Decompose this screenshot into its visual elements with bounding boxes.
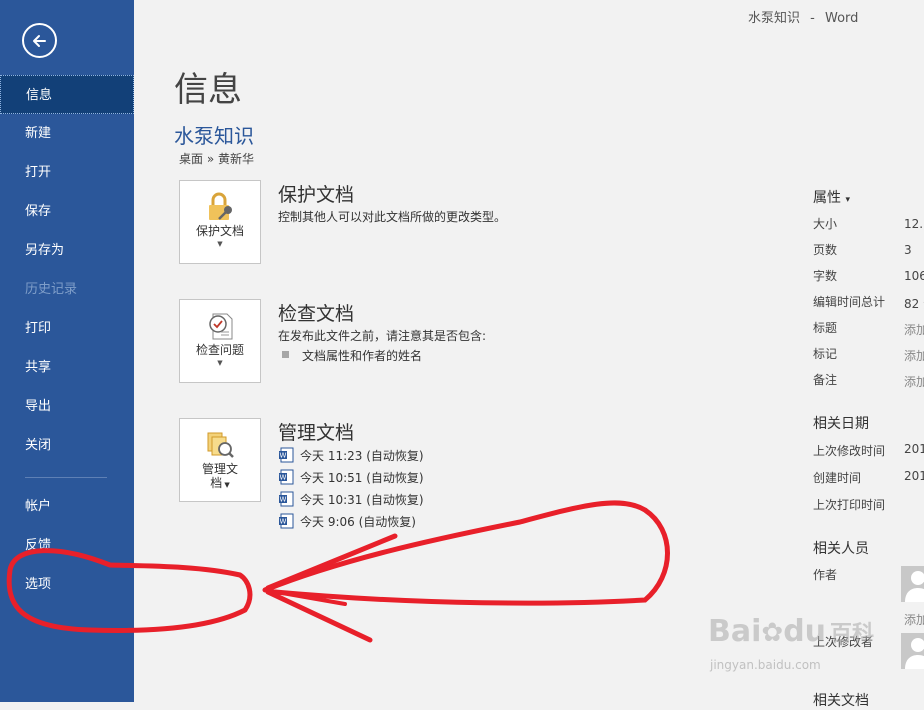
sidebar-item-close[interactable]: 关闭 [0,426,134,465]
back-arrow-icon[interactable] [22,23,57,58]
sidebar-item-export[interactable]: 导出 [0,387,134,426]
protect-document-tile-label: 保护文档 [195,224,244,238]
inspect-document-desc: 在发布此文件之前，请注意其是否包含: [278,329,487,343]
version-label: 今天 11:23 (自动恢复) [300,449,424,463]
word-document-icon: W [279,447,294,463]
watermark-brand-du: du [783,614,827,649]
title-separator: - [810,11,815,26]
property-value: 3 [904,243,912,257]
inspect-document-title: 检查文档 [278,303,355,325]
document-name: 水泵知识 [174,124,254,148]
protect-document-title: 保护文档 [278,184,355,206]
manage-document-title: 管理文档 [278,422,355,444]
watermark-url: jingyan.baidu.com [710,658,821,672]
window-title: 水泵知识 - Word [748,7,858,26]
property-value: 12.3 [904,217,924,231]
sidebar-item-feedback[interactable]: 反馈 [0,526,134,565]
sidebar-item-options[interactable]: 选项 [0,565,134,604]
protect-document-button[interactable]: 保护文档 ▼ [179,180,261,264]
baidu-watermark: Bai✿du 百科 jingyan.baidu.com [700,600,890,690]
last-modifier-avatar [901,633,924,669]
inspect-bullet-item: 文档属性和作者的姓名 [302,349,423,363]
paw-icon: ✿ [761,618,784,648]
sidebar-item-save[interactable]: 保存 [0,192,134,231]
author-avatar [901,566,924,602]
property-value: 106 [904,269,924,283]
related-documents-header: 相关文档 [813,693,869,709]
date-label: 上次修改时间 [813,444,886,458]
add-comment-field[interactable]: 添加 [904,373,924,390]
svg-text:W: W [280,452,287,460]
sidebar-item-share[interactable]: 共享 [0,348,134,387]
property-label: 编辑时间总计 [813,295,886,309]
svg-text:W: W [280,496,287,504]
property-value: 82 分 [904,297,924,311]
chevron-down-icon: ▼ [217,240,223,248]
version-label: 今天 9:06 (自动恢复) [300,515,416,529]
svg-text:W: W [280,518,287,526]
watermark-brand: Bai [708,614,762,649]
bullet-icon [282,351,289,358]
annotation-arrowhead-upper [265,533,398,591]
sidebar-item-new[interactable]: 新建 [0,114,134,153]
property-label: 标题 [813,321,838,335]
property-label: 标记 [813,347,838,361]
word-document-icon: W [279,491,294,507]
version-label: 今天 10:51 (自动恢复) [300,471,424,485]
chevron-down-icon: ▾ [845,195,850,205]
sidebar-item-open[interactable]: 打开 [0,153,134,192]
property-label: 页数 [813,243,838,257]
version-label: 今天 10:31 (自动恢复) [300,493,424,507]
property-label: 备注 [813,373,838,387]
date-value: 201 [904,469,924,483]
app-name: Word [825,11,859,26]
properties-header[interactable]: 属性 ▾ [813,187,850,207]
page-title: 信息 [174,70,242,110]
properties-title: 属性 [813,190,841,206]
check-issues-tile-label: 检查问题 [195,343,244,357]
manage-document-tile-label-end: 档 [210,476,223,490]
annotation-arrowhead-lower [265,589,373,643]
lock-key-icon [209,192,232,220]
manage-document-tile-label: 管理文 [201,462,238,476]
date-value: 201 [904,442,924,456]
related-people-header: 相关人员 [813,541,869,557]
word-document-icon: W [279,513,294,529]
document-path[interactable]: 桌面 » 黄新华 [179,150,254,167]
add-tag-field[interactable]: 添加 [904,347,924,364]
backstage-sidebar: 信息 新建 打开 保存 另存为 历史记录 打印 共享 导出 关闭 帐户 反馈 选… [0,0,134,702]
protect-document-desc: 控制其他人可以对此文档所做的更改类型。 [278,210,507,224]
property-label: 字数 [813,269,838,283]
inspect-document-icon [209,313,233,340]
watermark-baike: 百科 [830,622,875,647]
red-annotation-overlay [6,500,670,643]
manage-document-icon [207,432,234,458]
word-document-icon: W [279,469,294,485]
related-dates-header: 相关日期 [813,416,869,432]
sidebar-item-save-as[interactable]: 另存为 [0,231,134,270]
add-author-link[interactable]: 添加 [904,611,924,628]
manage-document-tile-label-2: 档 ▼ [210,476,230,490]
document-title: 水泵知识 [748,11,801,26]
sidebar-item-info[interactable]: 信息 [0,75,134,114]
manage-document-button[interactable]: 管理文 档 ▼ [179,418,261,502]
check-issues-button[interactable]: 检查问题 ▼ [179,299,261,383]
add-title-field[interactable]: 添加 [904,321,924,338]
date-label: 上次打印时间 [813,498,886,512]
chevron-down-icon: ▼ [217,359,223,367]
svg-text:W: W [280,474,287,482]
sidebar-item-history: 历史记录 [25,282,78,297]
author-label: 作者 [813,568,838,582]
property-label: 大小 [813,217,838,231]
date-label: 创建时间 [813,471,862,485]
sidebar-item-print[interactable]: 打印 [0,309,134,348]
sidebar-divider [25,477,107,478]
sidebar-item-account[interactable]: 帐户 [0,487,134,526]
annotation-arrowhead-mid [263,588,347,606]
